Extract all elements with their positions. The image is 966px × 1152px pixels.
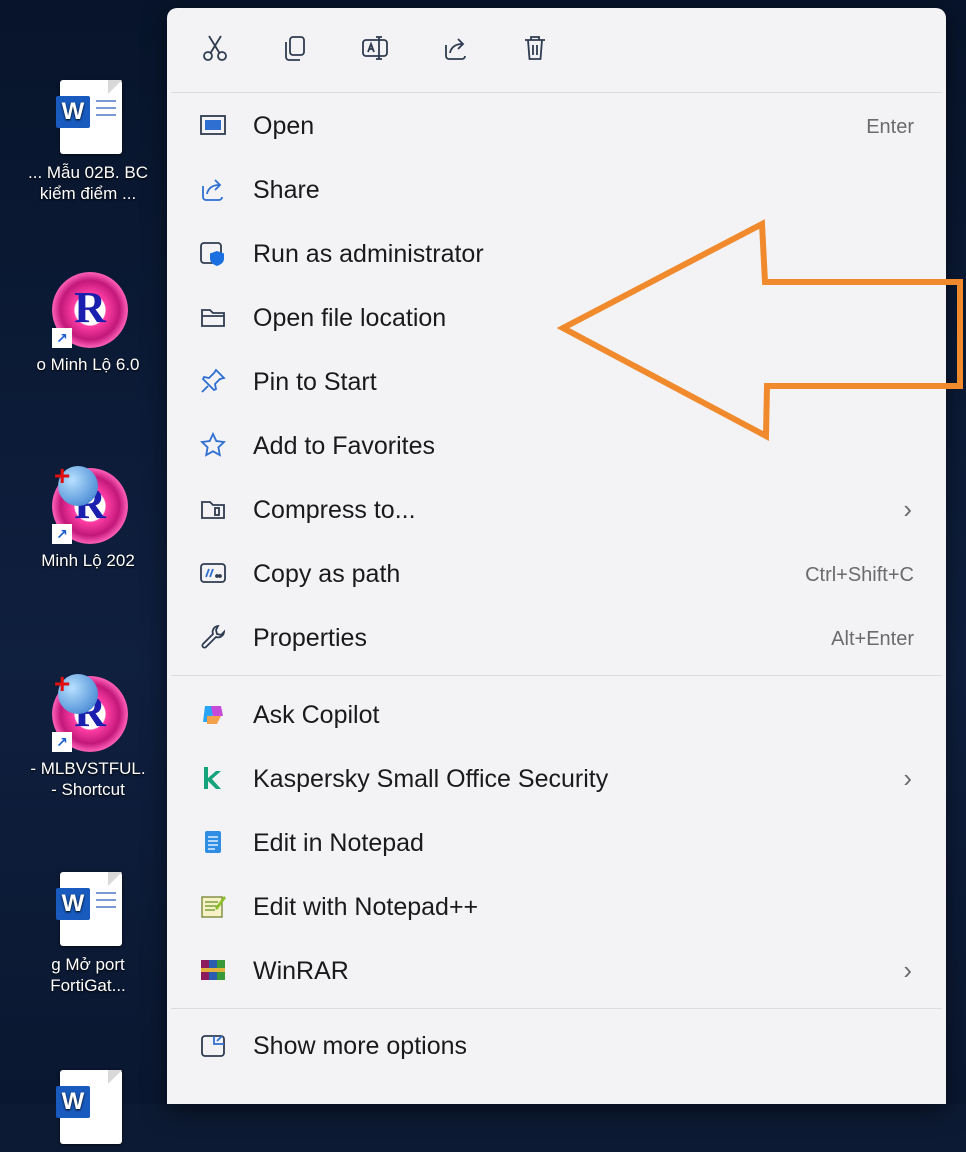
share-icon [199, 175, 227, 203]
share-icon [445, 38, 466, 60]
menu-item-label: Show more options [253, 1032, 468, 1060]
menu-item-label: Share [253, 176, 320, 204]
menu-item-label: Run as administrator [253, 240, 484, 268]
notepad-icon [199, 828, 227, 856]
word-document-icon: W [52, 872, 124, 948]
desktop-icon-minhlo-202[interactable]: R + ↗ Minh Lộ 202 [8, 462, 168, 571]
menu-item-show-more-options[interactable]: Show more options [167, 1013, 946, 1077]
menu-item-label: Edit in Notepad [253, 829, 424, 857]
chevron-right-icon: › [903, 763, 912, 793]
minhlo-globe-app-icon: R + ↗ [52, 462, 128, 544]
desktop-icon-label: o Minh Lộ 6.0 [36, 355, 140, 374]
rename-button[interactable] [353, 26, 397, 70]
menu-item-label: Kaspersky Small Office Security [253, 765, 609, 793]
desktop-icon-word-mau02b[interactable]: W ... Mẫu 02B. BC kiểm điểm ... [8, 80, 168, 204]
folder-icon [199, 303, 227, 331]
shortcut-arrow-icon: ↗ [52, 328, 72, 348]
chevron-right-icon: › [903, 955, 912, 985]
wrench-icon [199, 623, 227, 651]
menu-item-label: WinRAR [253, 957, 349, 985]
menu-item-edit-in-notepad[interactable]: Edit in Notepad [167, 810, 946, 874]
menu-item-label: Pin to Start [253, 368, 377, 396]
desktop-icon-label: Minh Lộ 202 [41, 551, 135, 570]
minhlo-app-icon: R ↗ [52, 272, 128, 348]
chevron-right-icon: › [903, 494, 912, 524]
desktop-icon-word-partial[interactable]: W [8, 1070, 168, 1152]
menu-item-label: Compress to... [253, 496, 416, 524]
delete-button[interactable] [513, 26, 557, 70]
menu-item-label: Open [253, 112, 315, 140]
minhlo-globe-app-icon: R + ↗ [52, 670, 128, 752]
menu-item-label: Ask Copilot [253, 701, 380, 729]
context-menu: Open Enter Share Run as administrator Op… [167, 8, 946, 1104]
menu-item-shortcut: Enter [866, 116, 914, 138]
desktop-icon-minhlo-6[interactable]: R ↗ o Minh Lộ 6.0 [8, 272, 168, 375]
shortcut-arrow-icon: ↗ [52, 524, 72, 544]
shield-admin-icon [199, 239, 227, 267]
word-document-icon: W [52, 80, 124, 156]
menu-item-label: Edit with Notepad++ [253, 893, 479, 921]
cut-button[interactable] [193, 26, 237, 70]
menu-item-label: Add to Favorites [253, 432, 436, 460]
shortcut-arrow-icon: ↗ [52, 732, 72, 752]
trash-icon [525, 36, 545, 60]
rename-icon [362, 36, 388, 60]
notepadpp-icon [199, 892, 227, 920]
menu-item-open[interactable]: Open Enter [167, 93, 946, 157]
copy-icon [285, 36, 305, 61]
zip-folder-icon [199, 495, 227, 523]
desktop-icon-label: g Mở port FortiGat... [50, 955, 126, 995]
desktop-icon-word-moport[interactable]: W g Mở port FortiGat... [8, 872, 168, 996]
menu-item-properties[interactable]: Properties Alt+Enter [167, 605, 946, 669]
menu-item-label: Copy as path [253, 560, 401, 588]
open-window-icon [199, 111, 227, 139]
scissors-icon [203, 35, 227, 61]
menu-item-compress-to[interactable]: Compress to... › [167, 477, 946, 541]
annotation-arrow [556, 219, 963, 441]
pin-icon [199, 367, 227, 395]
context-menu-toolbar [167, 8, 946, 92]
more-options-icon [199, 1031, 227, 1059]
copy-button[interactable] [273, 26, 317, 70]
menu-item-kaspersky[interactable]: Kaspersky Small Office Security › [167, 746, 946, 810]
menu-item-shortcut: Alt+Enter [831, 628, 914, 650]
copilot-icon [199, 700, 227, 728]
desktop-icon-label: - MLBVSTFUL. - Shortcut [30, 759, 146, 799]
winrar-icon [199, 956, 227, 984]
menu-item-ask-copilot[interactable]: Ask Copilot [167, 682, 946, 746]
menu-item-copy-as-path[interactable]: Copy as path Ctrl+Shift+C [167, 541, 946, 605]
star-icon [199, 431, 227, 459]
menu-item-edit-with-notepadpp[interactable]: Edit with Notepad++ [167, 874, 946, 938]
kaspersky-icon [199, 764, 227, 792]
menu-item-label: Properties [253, 624, 367, 652]
path-icon [199, 559, 227, 587]
share-button[interactable] [433, 26, 477, 70]
menu-item-shortcut: Ctrl+Shift+C [805, 564, 914, 586]
menu-item-label: Open file location [253, 304, 447, 332]
desktop-icon-label: ... Mẫu 02B. BC kiểm điểm ... [28, 163, 148, 203]
word-document-icon: W [52, 1070, 124, 1146]
menu-item-winrar[interactable]: WinRAR › [167, 938, 946, 1002]
desktop-icon-mlbvstful[interactable]: R + ↗ - MLBVSTFUL. - Shortcut [8, 670, 168, 800]
menu-item-share[interactable]: Share [167, 157, 946, 221]
